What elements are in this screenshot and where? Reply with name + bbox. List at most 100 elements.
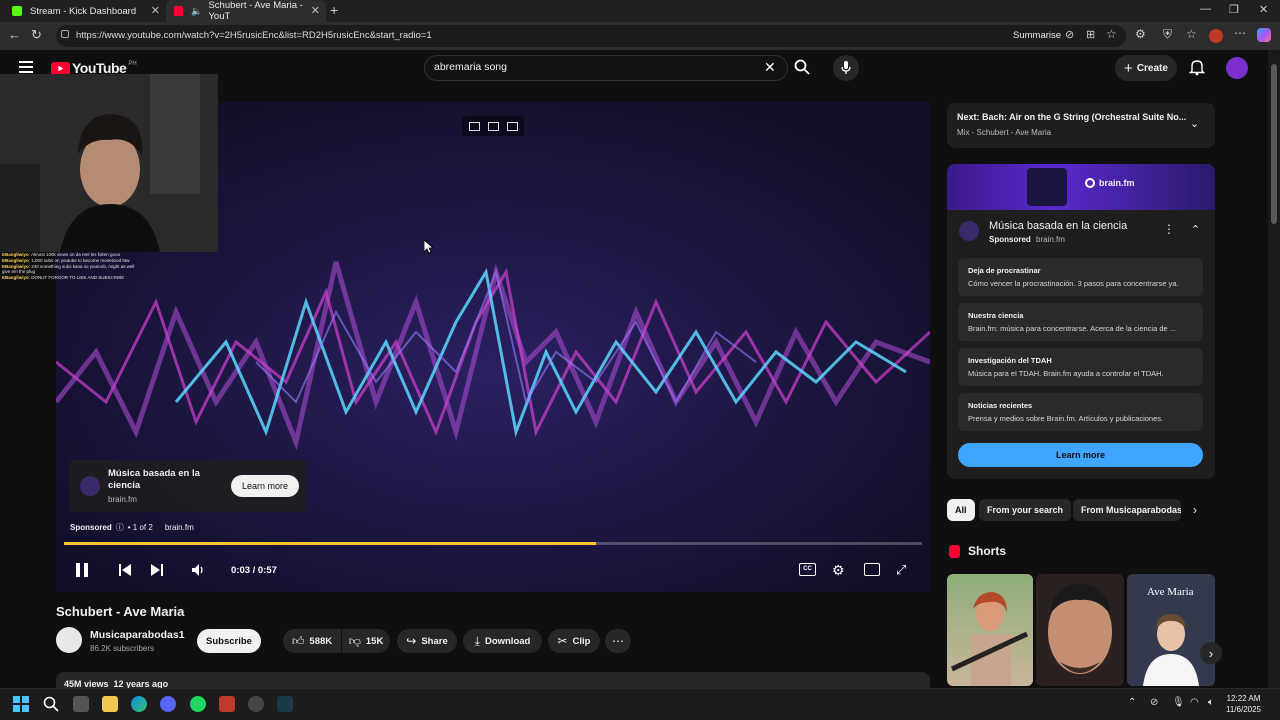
like-button[interactable]: 👍︎ 588K	[283, 629, 341, 653]
short-thumbnail[interactable]	[947, 574, 1033, 686]
close-tab-icon[interactable]: ✕	[151, 4, 160, 17]
more-actions-button[interactable]: ⋯	[605, 629, 631, 653]
next-video-title[interactable]: Bach: Air on the G String (Orchestral Su…	[982, 112, 1186, 122]
voice-search-button[interactable]	[833, 55, 859, 81]
task-view-icon[interactable]	[73, 696, 89, 712]
close-window-button[interactable]: ✕	[1259, 3, 1268, 16]
chip-from-channel[interactable]: From Musicaparabodas	[1073, 499, 1181, 521]
plus-icon: +	[1124, 59, 1133, 77]
ad-title[interactable]: Música basada en la ciencia	[108, 468, 218, 492]
pause-icon[interactable]	[74, 562, 90, 578]
chip-all[interactable]: All	[947, 499, 975, 521]
security-icon[interactable]: ⛨	[1163, 27, 1172, 42]
captions-icon[interactable]: CC	[799, 563, 816, 576]
app-icon[interactable]	[277, 696, 293, 712]
new-tab-button[interactable]: +	[330, 2, 338, 18]
chevron-down-icon[interactable]: ⌄	[1190, 117, 1199, 130]
ad-learn-more-button[interactable]: Learn more	[231, 475, 299, 497]
short-thumbnail[interactable]: Ave Maria	[1127, 574, 1215, 686]
account-avatar[interactable]	[1226, 57, 1248, 79]
obs-icon[interactable]	[248, 696, 264, 712]
microphone-icon[interactable]: 🎙︎	[1172, 697, 1185, 708]
page-scrollbar[interactable]	[1268, 50, 1280, 688]
file-explorer-icon[interactable]	[102, 696, 118, 712]
collections-icon[interactable]: ☆	[1186, 27, 1197, 41]
phone-image	[1027, 168, 1067, 206]
sponsored-label: Sponsored	[70, 523, 112, 532]
windows-start-icon[interactable]	[13, 696, 29, 712]
chevron-up-icon[interactable]: ⌃	[1128, 697, 1136, 708]
restore-button[interactable]: ❐	[1229, 3, 1239, 16]
copilot-icon[interactable]	[1257, 28, 1271, 42]
profile-avatar[interactable]	[1209, 29, 1223, 43]
close-tab-icon[interactable]: ✕	[311, 4, 320, 17]
capture-icon[interactable]	[487, 121, 499, 131]
translate-icon[interactable]: ⊘	[1065, 28, 1074, 41]
tab-kick-dashboard[interactable]: Stream - Kick Dashboard ✕	[4, 0, 166, 22]
settings-gear-icon[interactable]: ⚙	[832, 562, 845, 579]
dislike-count: 15K	[365, 635, 384, 647]
ad-sitelink[interactable]: Deja de procrastinar Cómo vencer la proc…	[958, 258, 1203, 296]
fullscreen-icon[interactable]: ⤢	[896, 562, 906, 578]
refresh-icon[interactable]: ↻	[31, 27, 42, 43]
pip-icon[interactable]	[468, 121, 480, 131]
app-icon[interactable]: ⊞	[1086, 28, 1095, 41]
clear-search-icon[interactable]: ✕	[764, 59, 776, 76]
dislike-button[interactable]: 👎︎ 15K	[342, 629, 390, 653]
theater-mode-icon[interactable]	[864, 563, 880, 576]
search-icon[interactable]	[43, 696, 59, 712]
network-icon[interactable]: ⊘	[1150, 697, 1158, 708]
discord-icon[interactable]	[160, 696, 176, 712]
channel-name[interactable]: Musicaparabodas1	[90, 629, 185, 641]
taskbar-clock[interactable]: 12:22 AM 11/6/2025	[1226, 693, 1261, 715]
speaker-icon[interactable]: 🔈︎	[1208, 697, 1214, 708]
scrollbar-thumb[interactable]	[1271, 64, 1277, 224]
wifi-icon[interactable]: ◠	[1190, 697, 1199, 708]
copy-icon[interactable]	[506, 121, 518, 131]
favorite-star-icon[interactable]: ☆	[1106, 27, 1117, 41]
description-box[interactable]: 45M views 12 years ago	[56, 672, 930, 688]
channel-avatar[interactable]	[56, 627, 82, 653]
more-menu-icon[interactable]: ⋯	[1234, 26, 1246, 40]
create-button[interactable]: + Create	[1115, 55, 1177, 81]
ad-site-link[interactable]: brain.fm	[165, 523, 194, 532]
video-title: Schubert - Ave Maria	[56, 604, 185, 619]
info-icon[interactable]: ⓘ	[116, 522, 124, 533]
app-icon[interactable]	[219, 696, 235, 712]
ad-sitelink[interactable]: Noticias recientes Prensa y medios sobre…	[958, 393, 1203, 431]
ad-sitelink[interactable]: Nuestra ciencia Brain.fm: música para co…	[958, 303, 1203, 341]
ad-banner[interactable]: brain.fm	[947, 164, 1215, 210]
share-button[interactable]: ↪ Share	[397, 629, 457, 653]
ad-sitelink[interactable]: Investigación del TDAH Música para el TD…	[958, 348, 1203, 386]
tab-youtube-schubert[interactable]: 🔈 Schubert - Ave Maria - YouT ✕	[166, 0, 326, 22]
sidebar-learn-more-button[interactable]: Learn more	[958, 443, 1203, 467]
extensions-icon[interactable]: ⚙	[1135, 27, 1146, 41]
summarise-button[interactable]: Summarise	[1013, 30, 1061, 41]
minimize-button[interactable]: —	[1200, 3, 1211, 15]
url-text[interactable]: https://www.youtube.com/watch?v=2H5rusic…	[76, 30, 432, 41]
subscribe-button[interactable]: Subscribe	[197, 629, 261, 653]
previous-icon[interactable]	[118, 563, 132, 577]
audio-icon[interactable]: 🔈	[191, 6, 202, 17]
back-arrow-icon[interactable]: ←	[8, 27, 21, 42]
ad-headline[interactable]: Música basada en la ciencia	[989, 220, 1127, 232]
hamburger-menu-icon[interactable]	[19, 61, 33, 73]
volume-icon[interactable]	[191, 563, 205, 577]
next-icon[interactable]	[150, 563, 164, 577]
next-up-panel[interactable]: Next: Bach: Air on the G String (Orchest…	[947, 103, 1215, 148]
chevron-right-icon[interactable]: ›	[1193, 503, 1197, 517]
short-thumbnail[interactable]	[1036, 574, 1124, 686]
notifications-bell-icon[interactable]	[1189, 59, 1205, 76]
site-info-icon[interactable]	[61, 30, 69, 38]
more-vertical-icon[interactable]: ⋮	[1163, 222, 1175, 236]
spotify-icon[interactable]	[190, 696, 206, 712]
search-icon[interactable]	[794, 59, 810, 75]
chevron-up-icon[interactable]: ⌃	[1191, 223, 1200, 236]
download-button[interactable]: ⤓ Download	[463, 629, 542, 653]
clip-button[interactable]: ✂ Clip	[548, 629, 600, 653]
chip-from-your-search[interactable]: From your search	[979, 499, 1072, 521]
search-input[interactable]: abremaria song	[434, 61, 507, 73]
edge-icon[interactable]	[131, 696, 147, 712]
player-ad-card[interactable]: Música basada en la ciencia brain.fm Lea…	[70, 460, 306, 512]
shorts-next-button[interactable]: ›	[1200, 642, 1222, 664]
